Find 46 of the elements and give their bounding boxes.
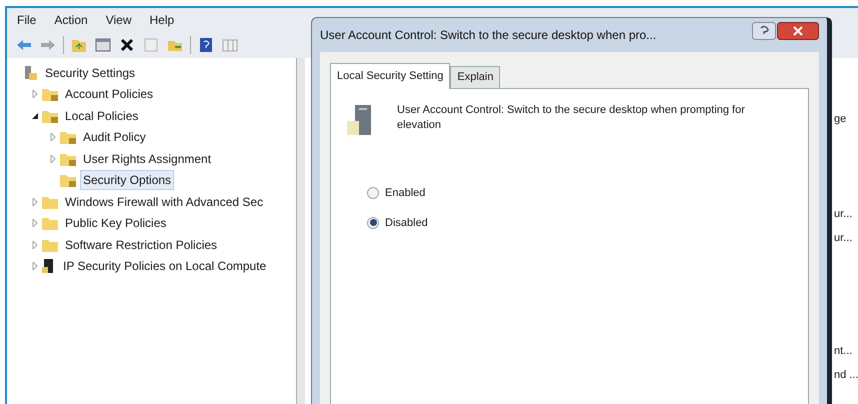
locked-folder-icon [59,172,77,188]
menu-item[interactable]: View [106,11,132,29]
tree-item[interactable]: Account Policies [62,84,156,104]
radio-label: Enabled [385,186,426,201]
close-icon[interactable] [777,22,819,40]
tab[interactable]: Local Security Setting [330,63,450,89]
expand-arrow-icon[interactable] [31,219,39,228]
tree-item[interactable]: Security Settings [42,62,138,83]
tree-item[interactable]: Software Restriction Policies [62,234,220,255]
tab[interactable]: Explain [450,66,500,88]
tree-item[interactable]: Public Key Policies [62,213,170,234]
result-text: ur... [834,231,854,246]
help-icon[interactable] [197,36,215,54]
menu-item[interactable]: File [17,11,36,29]
pane-icon[interactable] [94,36,112,54]
policy-icon [23,64,39,81]
expand-arrow-icon[interactable] [31,198,39,206]
tree-item[interactable]: Local Policies [62,106,142,126]
expand-arrow-icon[interactable] [31,240,39,249]
locked-folder-icon [41,86,59,102]
result-text: ge [834,112,848,127]
tree-item[interactable]: User Rights Assignment [80,148,214,169]
properties-icon[interactable] [142,36,160,54]
tree-item[interactable]: IP Security Policies on Local Compute [60,256,270,276]
dialog-title: User Account Control: Switch to the secure desktop when pro... [320,27,658,44]
result-text: ur... [834,206,854,222]
expand-arrow-icon[interactable] [31,90,39,98]
result-text: nd ... [834,368,858,383]
delete-icon[interactable] [118,36,136,54]
menu-item[interactable]: Help [150,11,174,29]
radio-label: Disabled [385,216,428,230]
tree-item[interactable]: Security Options [80,170,174,190]
expand-arrow-icon[interactable] [49,133,57,142]
folder-icon [41,215,59,232]
result-text: nt... [834,344,854,358]
menu-item[interactable]: Action [54,11,88,29]
locked-folder-icon [59,129,77,146]
help-icon[interactable] [752,22,776,40]
setting-description: User Account Control: Switch to the secure desktop when prompting for elevation [397,103,746,133]
collapse-arrow-icon[interactable] [31,112,39,120]
radio-button[interactable] [367,216,379,229]
expand-arrow-icon[interactable] [31,262,39,270]
tree-item[interactable]: Windows Firewall with Advanced Sec [62,192,266,212]
radio-button[interactable] [367,187,379,200]
expand-arrow-icon[interactable] [49,154,57,163]
tree-item[interactable]: Audit Policy [80,127,149,148]
